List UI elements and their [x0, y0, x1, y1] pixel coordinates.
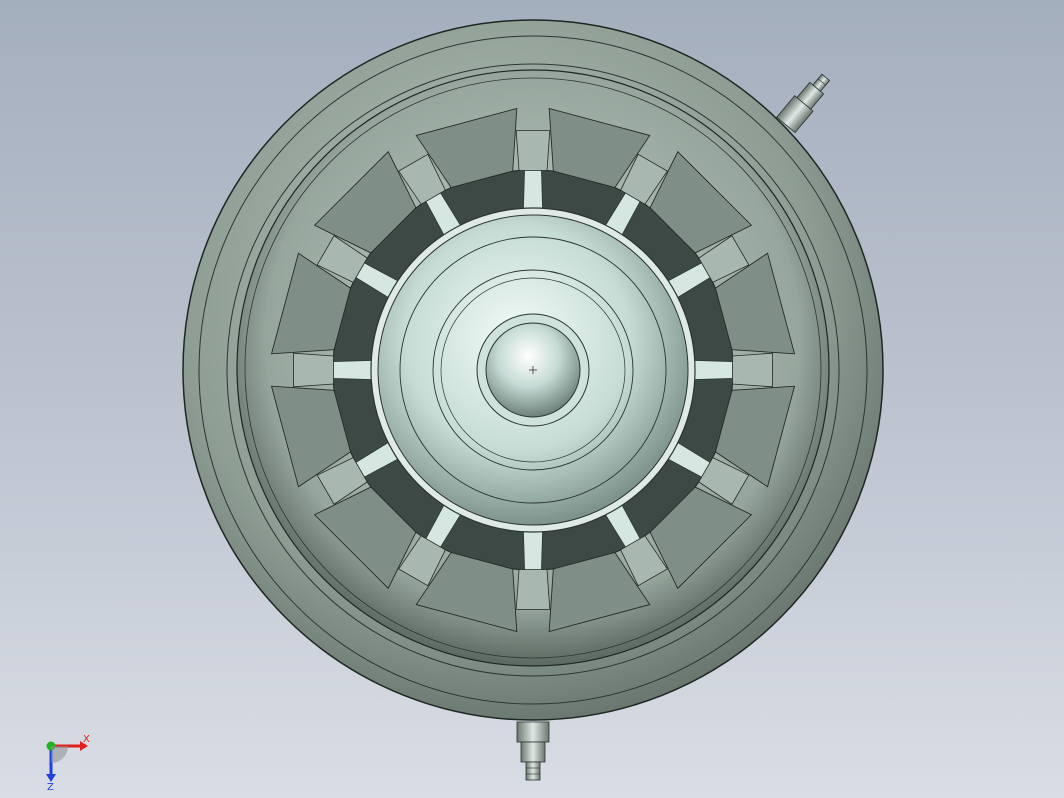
stator-vane: [692, 360, 734, 380]
coordinate-triad: X Z: [46, 734, 90, 790]
cad-viewport[interactable]: X Z: [0, 0, 1064, 798]
stator-vane: [523, 169, 543, 211]
z-axis-label: Z: [47, 782, 54, 790]
x-axis-label: X: [83, 734, 90, 745]
fuel-fitting-bottom: [516, 721, 550, 781]
z-axis-arrowhead: [46, 774, 56, 782]
stator-vane: [332, 360, 374, 380]
turbine-model[interactable]: [0, 0, 1064, 798]
blade-tooth: [293, 352, 334, 388]
triad-shade: [51, 746, 68, 763]
blade-tooth: [732, 352, 773, 388]
stator-vane: [523, 529, 543, 571]
blade-tooth: [515, 130, 551, 171]
blade-tooth: [515, 569, 551, 610]
fuel-fitting-top-right: [776, 73, 831, 134]
